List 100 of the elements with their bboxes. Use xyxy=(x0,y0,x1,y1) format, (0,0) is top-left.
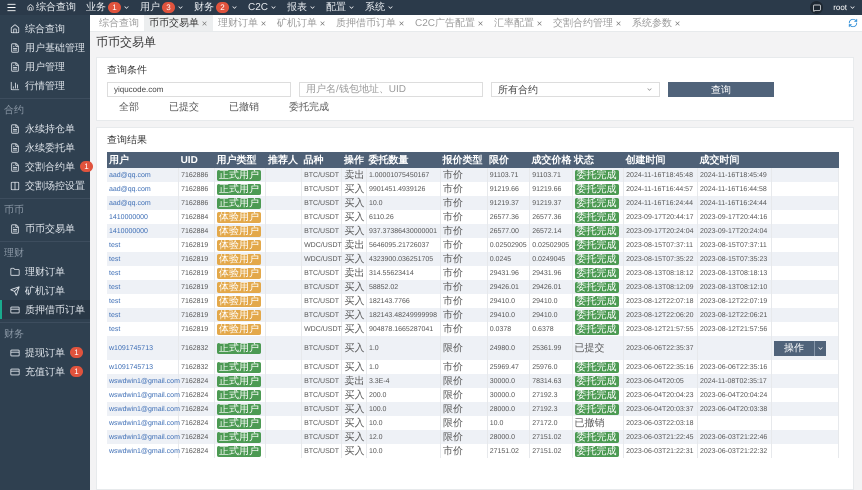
user-type-tag: 正式用户 xyxy=(216,404,261,414)
count-badge: 2 xyxy=(216,2,229,13)
sidebar-item[interactable]: 币币交易单 xyxy=(0,219,90,238)
sidebar-item[interactable]: 永续持仓单 xyxy=(0,119,90,138)
count-badge: 1 xyxy=(108,2,121,13)
user-type-tag: 正式用户 xyxy=(216,390,261,400)
status-tag: 委托完成 xyxy=(574,324,619,334)
user-type-tag: 正式用户 xyxy=(216,342,261,354)
sidebar-item[interactable]: 交割合约单 1 xyxy=(0,157,90,176)
table-cell: 买入 xyxy=(344,418,364,429)
nav-menu-item[interactable]: C2C xyxy=(248,0,278,14)
user-type-tag: 体验用户 xyxy=(216,254,261,264)
user-menu[interactable]: root xyxy=(833,3,856,12)
table-cell: 买入 xyxy=(344,404,364,415)
contract-select[interactable]: 所有合约 xyxy=(491,82,660,97)
filter-link[interactable]: 已提交 xyxy=(157,102,209,114)
status-tag: 委托完成 xyxy=(574,212,619,222)
table-cell: 买入 xyxy=(344,282,364,293)
sidebar-item[interactable]: 矿机订单 xyxy=(0,281,90,300)
table-cell: 卖出 xyxy=(344,240,364,251)
column-header: 限价 xyxy=(487,152,530,168)
user-type-tag: 体验用户 xyxy=(216,212,261,222)
table-cell: 限价 xyxy=(442,390,463,401)
status-tag: 委托完成 xyxy=(574,226,619,236)
nav-menu-item[interactable]: 报表 xyxy=(287,0,316,14)
sidebar-item[interactable]: 质押借币订单 xyxy=(0,300,90,319)
table-cell: 买入 xyxy=(344,310,364,321)
sidebar-item[interactable]: 综合查询 xyxy=(0,19,90,38)
column-header: 成交价格 xyxy=(530,152,572,168)
table-cell: 买入 xyxy=(344,212,364,223)
status-tag: 委托完成 xyxy=(574,310,619,320)
user-type-tag: 正式用户 xyxy=(216,184,261,194)
status-tag: 委托完成 xyxy=(574,376,619,386)
column-header: 成交时间 xyxy=(697,152,772,168)
user-type-tag: 体验用户 xyxy=(216,310,261,320)
status-tag: 委托完成 xyxy=(574,240,619,250)
table-cell: 限价 xyxy=(442,343,463,354)
status-tag: 委托完成 xyxy=(574,254,619,264)
table-cell: 市价 xyxy=(442,170,463,181)
status-tag: 委托完成 xyxy=(574,184,619,194)
status-tag: 委托完成 xyxy=(574,390,619,400)
table-cell: 卖出 xyxy=(344,268,364,279)
nav-menu-item[interactable]: 综合查询 xyxy=(27,0,76,14)
sidebar-item[interactable]: 提现订单 1 xyxy=(0,343,90,362)
sidebar-item[interactable]: 充值订单 1 xyxy=(0,362,90,381)
filter-link[interactable]: 已撤销 xyxy=(217,102,269,114)
table-cell: 市价 xyxy=(442,446,463,457)
column-header: 委托数量 xyxy=(366,152,440,168)
column-header: 报价类型 xyxy=(440,152,488,168)
table-cell: 市价 xyxy=(442,254,463,265)
sidebar-item[interactable]: 用户基础管理 xyxy=(0,38,90,57)
keyword-field[interactable]: yiqucode.com xyxy=(107,82,291,97)
tab[interactable]: 币币交易单 xyxy=(144,15,213,31)
sidebar-item[interactable]: 理财订单 xyxy=(0,262,90,281)
column-header: 操作 xyxy=(342,152,366,168)
table-cell: 买入 xyxy=(344,390,364,401)
filter-link[interactable]: 委托完成 xyxy=(277,102,339,114)
status-tag: 委托完成 xyxy=(574,362,619,372)
table-cell: 市价 xyxy=(442,268,463,279)
sidebar-item[interactable]: 永续委托单 xyxy=(0,138,90,157)
table-cell: 限价 xyxy=(442,418,463,429)
sidebar-item[interactable]: 用户管理 xyxy=(0,57,90,76)
status-tag: 委托完成 xyxy=(574,432,619,442)
sidebar-item[interactable]: 行情管理 xyxy=(0,76,90,95)
table-cell: 买入 xyxy=(344,198,364,209)
column-header: 创建时间 xyxy=(624,152,698,168)
sidebar-section-title: 币币 xyxy=(0,198,90,219)
nav-menu-item[interactable]: 业务 1 xyxy=(86,0,130,14)
table-cell: 市价 xyxy=(442,362,463,373)
panel-title: 查询条件 xyxy=(107,64,148,77)
filter-link[interactable]: 全部 xyxy=(107,102,149,114)
user-type-tag: 体验用户 xyxy=(216,268,261,278)
user-type-tag: 体验用户 xyxy=(216,226,261,236)
nav-menu-item[interactable]: 用户 3 xyxy=(140,0,184,14)
user-search-field[interactable]: 用户名/钱包地址、UID xyxy=(299,82,483,97)
table-cell: 卖出 xyxy=(344,170,364,181)
nav-menu-item[interactable]: 系统 xyxy=(365,0,394,14)
status-tag: 委托完成 xyxy=(574,296,619,306)
table-cell: 买入 xyxy=(344,362,364,373)
column-header: 用户类型 xyxy=(214,152,266,168)
table-cell: 市价 xyxy=(442,198,463,209)
status-tag: 委托完成 xyxy=(574,268,619,278)
status-tag: 委托完成 xyxy=(574,404,619,414)
table-cell: 限价 xyxy=(442,432,463,443)
page-title: 币币交易单 xyxy=(96,34,157,51)
panel-title: 查询结果 xyxy=(107,134,148,147)
sidebar-section-title: 合约 xyxy=(0,98,90,119)
sidebar-item[interactable]: 交割场控设置 xyxy=(0,176,90,195)
column-header: UID xyxy=(178,152,214,168)
table-cell: 买入 xyxy=(344,432,364,443)
table-cell: 买入 xyxy=(344,226,364,237)
table-cell: 市价 xyxy=(442,212,463,223)
nav-menu-item[interactable]: 配置 xyxy=(326,0,356,14)
user-type-tag: 正式用户 xyxy=(216,376,261,386)
action-button[interactable]: 操作 xyxy=(774,340,814,356)
user-type-tag: 体验用户 xyxy=(216,324,261,334)
nav-menu-item[interactable]: 财务 2 xyxy=(194,0,238,14)
user-type-tag: 正式用户 xyxy=(216,170,261,180)
table-cell: 买入 xyxy=(344,446,364,457)
query-button[interactable]: 查询 xyxy=(668,82,774,97)
